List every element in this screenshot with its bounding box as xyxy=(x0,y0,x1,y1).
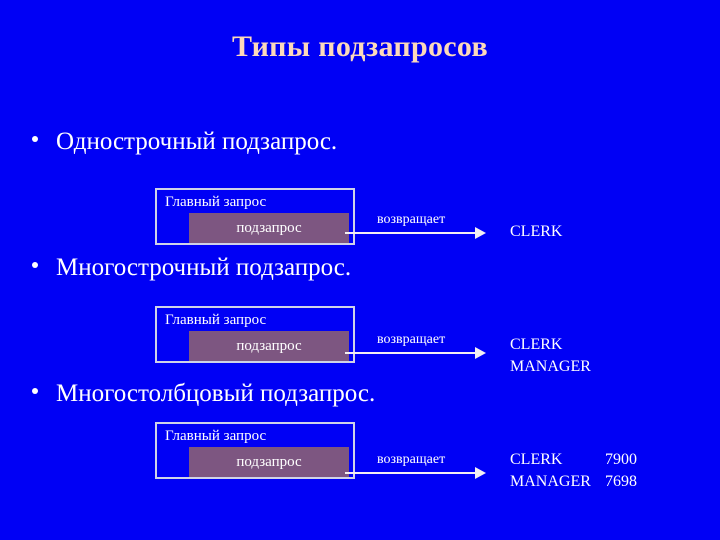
result-name-2-1: CLERK xyxy=(510,336,563,353)
diagram-3: Главный запрос подзапрос xyxy=(155,422,355,479)
bullet-item-2: Многострочный подзапрос. xyxy=(32,254,351,282)
result-block-2: CLERK MANAGER xyxy=(510,334,605,378)
main-query-box-3: Главный запрос подзапрос xyxy=(155,422,355,479)
result-name-1-1: CLERK xyxy=(510,223,563,240)
result-block-1: CLERK xyxy=(510,221,605,243)
bullet-label-1: Однострочный подзапрос. xyxy=(56,128,338,155)
subquery-label-2: подзапрос xyxy=(236,337,302,354)
bullet-label-3: Многостолбцовый подзапрос. xyxy=(56,380,376,407)
result-name-3-1: CLERK xyxy=(510,451,563,468)
result-name-2-2: MANAGER xyxy=(510,358,591,375)
arrow-head-icon-1 xyxy=(475,227,486,239)
result-row-3-1: CLERK 7900 xyxy=(510,449,637,471)
result-block-3: CLERK 7900 MANAGER 7698 xyxy=(510,449,637,493)
subquery-box-3: подзапрос xyxy=(189,447,349,477)
page-title: Типы подзапросов xyxy=(232,30,488,63)
subquery-box-1: подзапрос xyxy=(189,213,349,243)
bullet-dot-icon xyxy=(32,388,38,394)
arrow-label-3: возвращает xyxy=(377,452,446,467)
arrow-line-1 xyxy=(345,232,477,234)
result-row-3-2: MANAGER 7698 xyxy=(510,471,637,493)
result-row-2-2: MANAGER xyxy=(510,356,605,378)
subquery-label-3: подзапрос xyxy=(236,453,302,470)
bullet-dot-icon xyxy=(32,136,38,142)
arrow-head-icon-2 xyxy=(475,347,486,359)
result-row-2-1: CLERK xyxy=(510,334,605,356)
result-value-3-2: 7698 xyxy=(605,473,637,490)
subquery-label-1: подзапрос xyxy=(236,219,302,236)
diagram-2: Главный запрос подзапрос xyxy=(155,306,355,363)
subquery-box-2: подзапрос xyxy=(189,331,349,361)
arrow-line-3 xyxy=(345,472,477,474)
slide-canvas: Типы подзапросов Однострочный подзапрос.… xyxy=(0,0,720,540)
result-name-3-2: MANAGER xyxy=(510,473,591,490)
arrow-label-2: возвращает xyxy=(377,332,446,347)
bullet-dot-icon xyxy=(32,262,38,268)
main-query-label-1: Главный запрос xyxy=(165,194,267,210)
main-query-box-2: Главный запрос подзапрос xyxy=(155,306,355,363)
bullet-item-1: Однострочный подзапрос. xyxy=(32,128,337,156)
main-query-label-2: Главный запрос xyxy=(165,312,267,328)
arrow-label-1: возвращает xyxy=(377,212,446,227)
bullet-label-2: Многострочный подзапрос. xyxy=(56,254,352,281)
arrow-head-icon-3 xyxy=(475,467,486,479)
bullet-item-3: Многостолбцовый подзапрос. xyxy=(32,380,375,408)
main-query-label-3: Главный запрос xyxy=(165,428,267,444)
result-row-1-1: CLERK xyxy=(510,221,605,243)
diagram-1: Главный запрос подзапрос xyxy=(155,188,355,245)
result-value-3-1: 7900 xyxy=(605,451,637,468)
main-query-box-1: Главный запрос подзапрос xyxy=(155,188,355,245)
arrow-line-2 xyxy=(345,352,477,354)
